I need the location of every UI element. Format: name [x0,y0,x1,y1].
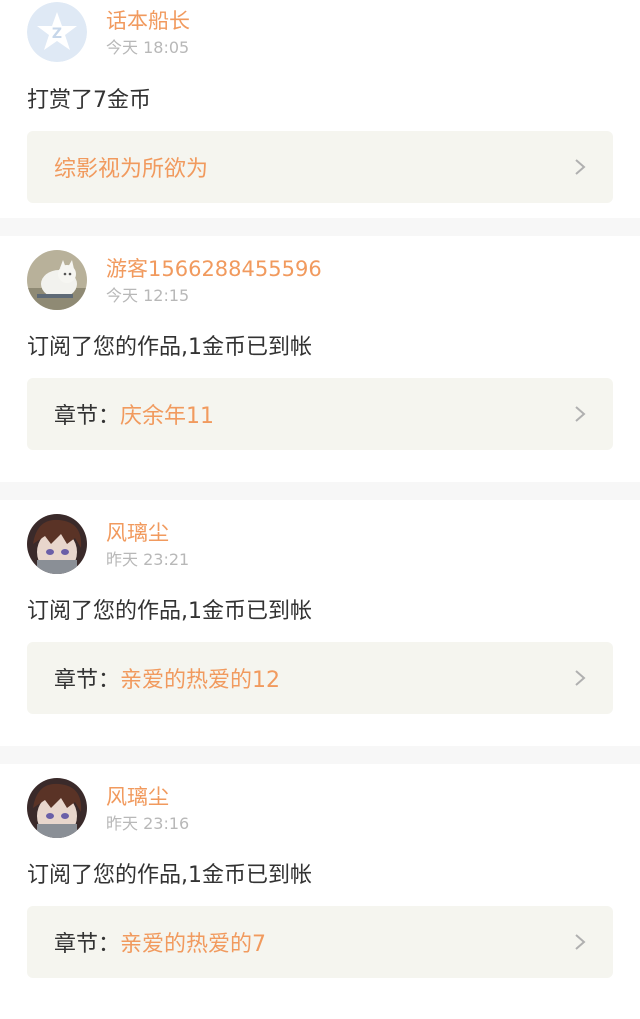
notification-card: 风璃尘 昨天 23:16 订阅了您的作品,1金币已到帐 章节： 亲爱的热爱的7 [0,764,640,1019]
card-header: 风璃尘 昨天 23:21 [0,512,640,582]
divider [0,746,640,764]
avatar[interactable]: Z [27,2,87,62]
notification-card: 风璃尘 昨天 23:21 订阅了您的作品,1金币已到帐 章节： 亲爱的热爱的12 [0,500,640,764]
chevron-right-icon [575,934,586,950]
chapter-link[interactable]: 章节： 亲爱的热爱的7 [27,906,613,978]
avatar[interactable] [27,250,87,310]
chevron-right-icon [575,670,586,686]
qq-avatar-icon: Z [27,2,87,62]
link-title: 综影视为所欲为 [54,157,209,182]
timestamp: 今天 18:05 [106,38,190,57]
avatar[interactable] [27,778,87,838]
link-title: 亲爱的热爱的7 [120,932,267,957]
timestamp: 昨天 23:16 [106,814,190,833]
timestamp: 昨天 23:21 [106,550,190,569]
timestamp: 今天 12:15 [106,286,190,305]
avatar[interactable] [27,514,87,574]
user-name[interactable]: 风璃尘 [106,520,169,546]
notification-message: 订阅了您的作品,1金币已到帐 [27,599,312,624]
cat-avatar-icon [27,250,87,310]
chapter-link[interactable]: 章节： 庆余年11 [27,378,613,450]
user-name[interactable]: 风璃尘 [106,784,169,810]
card-header: 游客1566288455596 今天 12:15 [0,248,640,318]
chapter-link[interactable]: 章节： 亲爱的热爱的12 [27,642,613,714]
link-prefix: 章节： [54,668,121,693]
notification-message: 订阅了您的作品,1金币已到帐 [27,335,312,360]
notification-message: 打赏了7金币 [27,88,151,113]
notification-feed: Z 话本船长 今天 18:05 打赏了7金币 综影视为所欲为 游客1566288… [0,0,640,1019]
link-title: 亲爱的热爱的12 [120,668,281,693]
divider [0,482,640,500]
divider [0,218,640,236]
notification-message: 订阅了您的作品,1金币已到帐 [27,863,312,888]
work-link[interactable]: 综影视为所欲为 [27,131,613,203]
link-prefix: 章节： [54,932,121,957]
card-header: Z 话本船长 今天 18:05 [0,0,640,70]
link-title: 庆余年11 [120,404,215,429]
notification-card: 游客1566288455596 今天 12:15 订阅了您的作品,1金币已到帐 … [0,236,640,500]
chevron-right-icon [575,406,586,422]
anime-avatar-icon [27,778,87,838]
user-name[interactable]: 话本船长 [106,8,190,34]
link-prefix: 章节： [54,404,121,429]
svg-text:Z: Z [52,26,62,42]
user-name[interactable]: 游客1566288455596 [106,256,322,282]
chevron-right-icon [575,159,586,175]
notification-card: Z 话本船长 今天 18:05 打赏了7金币 综影视为所欲为 [0,0,640,236]
card-header: 风璃尘 昨天 23:16 [0,776,640,846]
anime-avatar-icon [27,514,87,574]
